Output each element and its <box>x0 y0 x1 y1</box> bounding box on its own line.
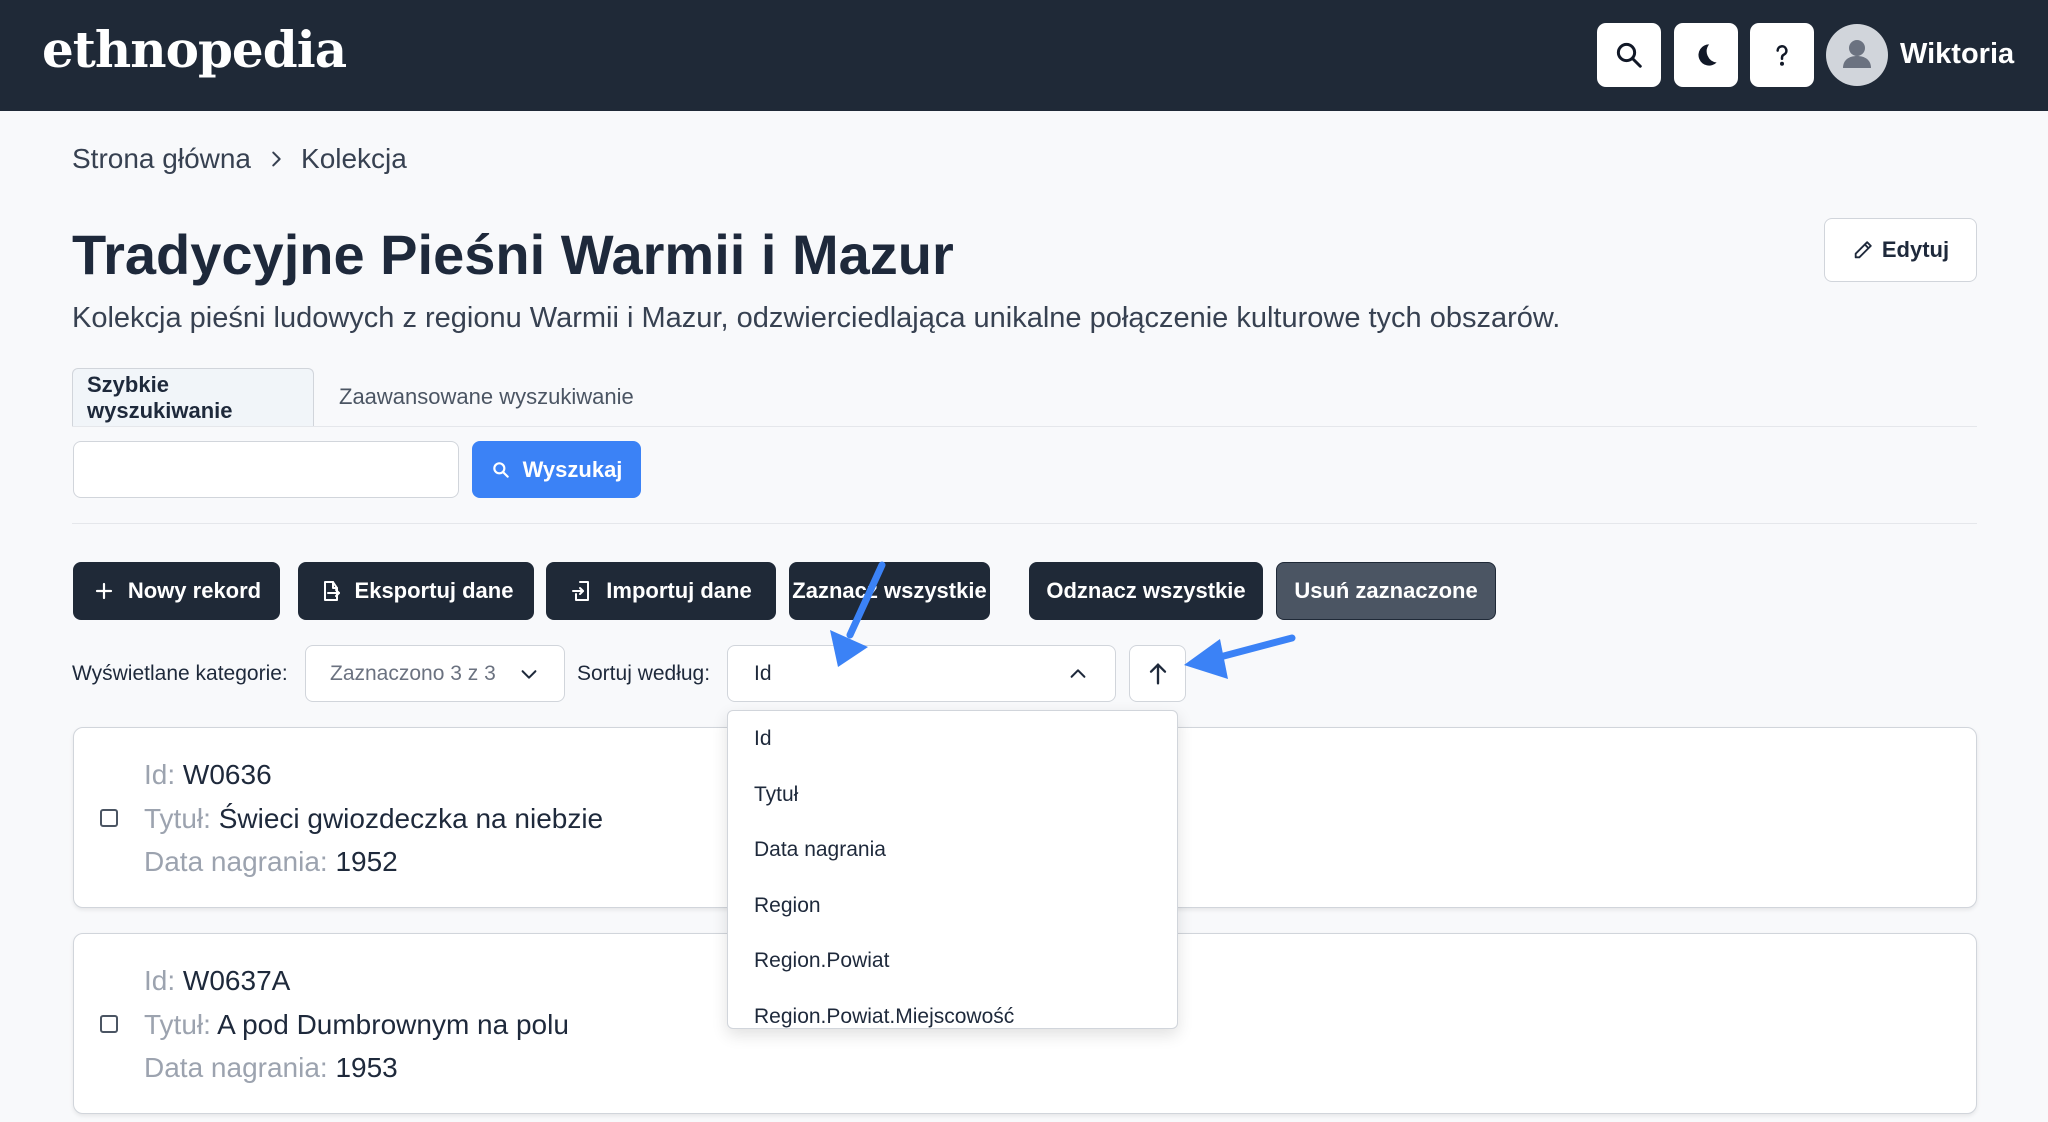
page-description: Kolekcja pieśni ludowych z regionu Warmi… <box>72 302 1561 334</box>
deselect-all-button[interactable]: Odznacz wszystkie <box>1029 562 1263 620</box>
record-date: Data nagrania: 1952 <box>144 846 398 878</box>
search-icon <box>492 461 509 478</box>
file-import-icon <box>572 581 590 601</box>
record-title-key: Tytuł: <box>144 803 211 834</box>
tab-advanced-search[interactable]: Zaawansowane wyszukiwanie <box>325 368 648 426</box>
categories-select-value: Zaznaczono 3 z 3 <box>330 661 496 685</box>
search-submit-button[interactable]: Wyszukaj <box>472 441 641 498</box>
record-date: Data nagrania: 1953 <box>144 1052 398 1084</box>
import-data-button[interactable]: Importuj dane <box>546 562 776 620</box>
delete-selected-label: Usuń zaznaczone <box>1294 578 1478 603</box>
user-avatar[interactable] <box>1826 24 1888 86</box>
record-date-value: 1952 <box>335 846 398 877</box>
top-navbar: ethnopedia Wiktoria <box>0 0 2048 111</box>
edit-button[interactable]: Edytuj <box>1824 218 1977 282</box>
record-id-value: W0637A <box>182 965 291 996</box>
moon-icon <box>1698 44 1717 66</box>
sort-direction-button[interactable] <box>1129 645 1186 702</box>
sort-option-title[interactable]: Tytuł <box>754 783 798 807</box>
record-date-value: 1953 <box>335 1052 398 1083</box>
search-button[interactable] <box>1597 23 1661 87</box>
tabs-divider <box>72 426 1977 427</box>
edit-button-label: Edytuj <box>1881 237 1950 262</box>
record-title-value: A pod Dumbrownym na polu <box>217 1009 569 1040</box>
help-icon <box>1776 45 1788 66</box>
chevron-down-icon <box>518 663 540 685</box>
categories-label: Wyświetlane kategorie: <box>72 662 288 685</box>
new-record-button[interactable]: Nowy rekord <box>73 562 280 620</box>
chevron-right-icon <box>265 148 287 170</box>
arrow-up-icon <box>1149 663 1166 684</box>
record-checkbox[interactable] <box>100 809 118 827</box>
sort-option-region-district-locality[interactable]: Region.Powiat.Miejscowość <box>754 1005 1014 1028</box>
export-data-label: Eksportuj dane <box>354 578 514 603</box>
help-button[interactable] <box>1750 23 1814 87</box>
search-submit-label: Wyszukaj <box>522 456 623 482</box>
file-export-icon <box>323 581 340 601</box>
new-record-label: Nowy rekord <box>127 578 262 603</box>
record-id-value: W0636 <box>182 759 272 790</box>
export-data-button[interactable]: Eksportuj dane <box>298 562 534 620</box>
record-date-key: Data nagrania: <box>144 846 328 877</box>
page-title: Tradycyjne Pieśni Warmii i Mazur <box>72 223 954 286</box>
user-name[interactable]: Wiktoria <box>1900 38 2014 71</box>
plus-icon <box>95 582 112 600</box>
sort-option-id[interactable]: Id <box>754 727 772 751</box>
record-id: Id: W0637A <box>144 965 290 997</box>
section-divider <box>72 523 1977 524</box>
sort-option-region-district[interactable]: Region.Powiat <box>754 949 889 973</box>
annotation-arrow <box>1184 634 1296 679</box>
pencil-icon <box>1854 241 1872 259</box>
breadcrumb-home[interactable]: Strona główna <box>72 143 251 175</box>
record-title: Tytuł: Świeci gwiozdeczka na niebzie <box>144 803 603 835</box>
sort-select-value: Id <box>754 661 772 685</box>
record-id: Id: W0636 <box>144 759 272 791</box>
record-title-key: Tytuł: <box>144 1009 211 1040</box>
record-id-key: Id: <box>144 759 176 790</box>
sort-dropdown-menu: Id Tytuł Data nagrania Region Region.Pow… <box>727 710 1178 1029</box>
record-title: Tytuł: A pod Dumbrownym na polu <box>144 1009 569 1041</box>
dark-mode-button[interactable] <box>1674 23 1738 87</box>
record-date-key: Data nagrania: <box>144 1052 328 1083</box>
record-id-key: Id: <box>144 965 176 996</box>
breadcrumb-current[interactable]: Kolekcja <box>301 143 407 175</box>
deselect-all-label: Odznacz wszystkie <box>1046 578 1246 603</box>
import-data-label: Importuj dane <box>606 578 752 603</box>
search-input[interactable] <box>73 441 459 498</box>
search-icon <box>1616 42 1642 68</box>
tab-quick-search[interactable]: Szybkie wyszukiwanie <box>72 368 314 426</box>
avatar-icon <box>1843 40 1871 68</box>
record-checkbox[interactable] <box>100 1015 118 1033</box>
record-title-value: Świeci gwiozdeczka na niebzie <box>218 803 604 834</box>
chevron-up-icon <box>1067 663 1089 685</box>
site-logo[interactable]: ethnopedia <box>42 20 347 79</box>
annotation-arrow <box>830 561 886 667</box>
sort-label: Sortuj według: <box>577 662 711 685</box>
sort-option-region[interactable]: Region <box>754 894 821 918</box>
sort-option-recording-date[interactable]: Data nagrania <box>754 838 886 862</box>
categories-select[interactable]: Zaznaczono 3 z 3 <box>305 645 565 702</box>
breadcrumb: Strona główna Kolekcja <box>72 143 407 175</box>
delete-selected-button[interactable]: Usuń zaznaczone <box>1276 562 1496 620</box>
sort-select[interactable]: Id <box>727 645 1116 702</box>
